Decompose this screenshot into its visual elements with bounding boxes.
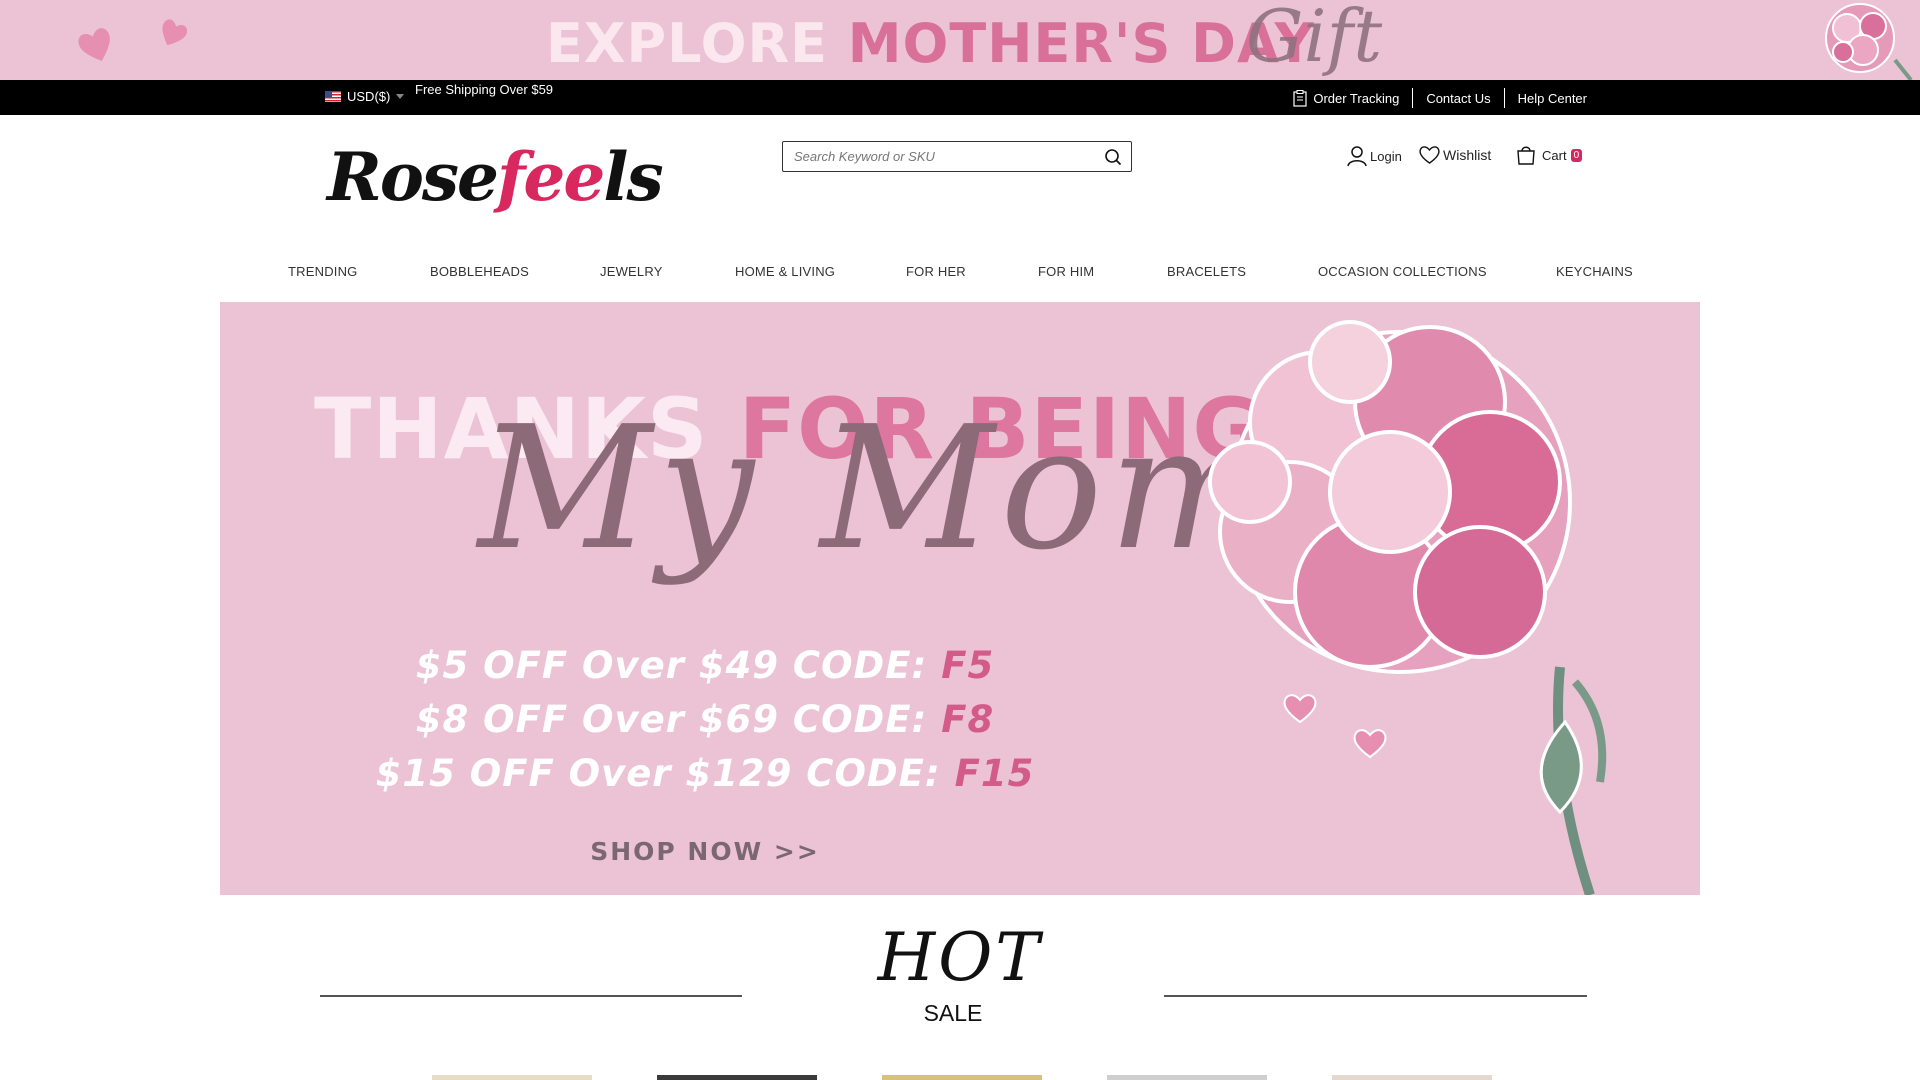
logo-text-1: Rose <box>327 138 499 216</box>
promo-script-gift: Gift <box>1246 0 1383 78</box>
promo-code-1: F5 <box>941 644 995 687</box>
promo-code-line-2: $8 OFF Over $69 CODE: F8 <box>220 698 1190 741</box>
nav-for-him[interactable]: FOR HIM <box>1038 264 1094 279</box>
carnation-flower-icon <box>1208 320 1607 895</box>
cart-label: Cart <box>1542 147 1567 163</box>
hero-banner[interactable]: THANKS FOR BEING My Mom $5 OFF Over $49 … <box>220 302 1700 895</box>
currency-selector[interactable]: USD($) <box>325 89 405 104</box>
help-center-label: Help Center <box>1517 90 1587 106</box>
nav-occasion-collections[interactable]: OCCASION COLLECTIONS <box>1318 264 1487 279</box>
nav-bracelets[interactable]: BRACELETS <box>1167 264 1246 279</box>
cart-icon <box>1517 146 1535 165</box>
user-icon <box>1347 146 1367 167</box>
nav-keychains[interactable]: KEYCHAINS <box>1556 264 1633 279</box>
search-input[interactable] <box>783 149 1095 164</box>
search-icon <box>1105 148 1122 165</box>
wishlist-label: Wishlist <box>1443 146 1492 163</box>
free-shipping-notice: Free Shipping Over $59 <box>415 82 554 97</box>
login-link[interactable]: Login <box>1347 145 1402 167</box>
heart-outline-icon <box>1419 146 1440 164</box>
nav-jewelry[interactable]: JEWELRY <box>600 264 663 279</box>
promo-code-line-3: $15 OFF Over $129 CODE: F15 <box>220 752 1190 795</box>
chevron-down-icon <box>396 94 405 99</box>
site-logo[interactable]: Rosefeels <box>327 144 664 210</box>
help-center-link[interactable]: Help Center <box>1505 91 1587 106</box>
promo-code-3: F15 <box>954 752 1035 795</box>
nav-trending[interactable]: TRENDING <box>288 264 358 279</box>
promo-code-1-text: $5 OFF Over $49 CODE: <box>415 644 928 687</box>
shop-now-button[interactable]: SHOP NOW >> <box>220 837 1190 866</box>
login-label: Login <box>1370 148 1402 164</box>
logo-text-3: ls <box>603 138 663 216</box>
contact-us-label: Contact Us <box>1426 90 1491 106</box>
logo-text-2: fee <box>497 138 605 216</box>
flower-icon <box>1825 3 1913 80</box>
nav-for-her[interactable]: FOR HER <box>906 264 966 279</box>
order-tracking-label: Order Tracking <box>1313 90 1400 106</box>
hero-script-my-mom: My Mom <box>478 390 1276 588</box>
contact-us-link[interactable]: Contact Us <box>1413 91 1503 106</box>
hot-sale-title: HOT <box>877 919 1043 996</box>
main-nav: TRENDING BOBBLEHEADS JEWELRY HOME & LIVI… <box>220 264 1700 288</box>
promo-code-line-1: $5 OFF Over $49 CODE: F5 <box>220 644 1190 687</box>
order-tracking-link[interactable]: Order Tracking <box>1279 89 1412 107</box>
cart-count-badge: 0 <box>1570 148 1583 162</box>
promo-headline: EXPLORE MOTHER'S DAY <box>546 12 1315 75</box>
hot-sale-subtitle: SALE <box>923 1000 983 1026</box>
heart-icon <box>162 19 188 46</box>
nav-bobbleheads[interactable]: BOBBLEHEADS <box>430 264 529 279</box>
promo-word-mothers-day: MOTHER'S DAY <box>847 12 1315 75</box>
promo-code-2: F8 <box>941 698 995 741</box>
top-links: Order Tracking Contact Us Help Center <box>1279 88 1587 108</box>
section-divider-left <box>320 995 742 997</box>
product-thumbnail[interactable] <box>882 1075 1042 1080</box>
promo-word-explore: EXPLORE <box>546 12 828 75</box>
section-divider-right <box>1164 995 1587 997</box>
promo-banner[interactable]: EXPLORE MOTHER'S DAY Gift <box>0 0 1920 80</box>
product-thumbnail[interactable] <box>1107 1075 1267 1080</box>
search-bar <box>782 141 1132 172</box>
us-flag-icon <box>325 91 341 102</box>
promo-code-3-text: $15 OFF Over $129 CODE: <box>375 752 941 795</box>
clipboard-icon <box>1293 89 1307 107</box>
top-bar: USD($) Free Shipping Over $59 Order Trac… <box>0 80 1920 115</box>
heart-icon <box>78 28 110 61</box>
nav-home-living[interactable]: HOME & LIVING <box>735 264 835 279</box>
cart-link[interactable]: Cart 0 <box>1516 145 1583 165</box>
currency-label: USD($) <box>347 89 391 104</box>
wishlist-link[interactable]: Wishlist <box>1419 145 1491 164</box>
search-button[interactable] <box>1095 142 1131 171</box>
product-thumbnail[interactable] <box>432 1075 592 1080</box>
promo-code-2-text: $8 OFF Over $69 CODE: <box>415 698 928 741</box>
product-thumbnail[interactable] <box>1332 1075 1492 1080</box>
product-thumbnail[interactable] <box>657 1075 817 1080</box>
